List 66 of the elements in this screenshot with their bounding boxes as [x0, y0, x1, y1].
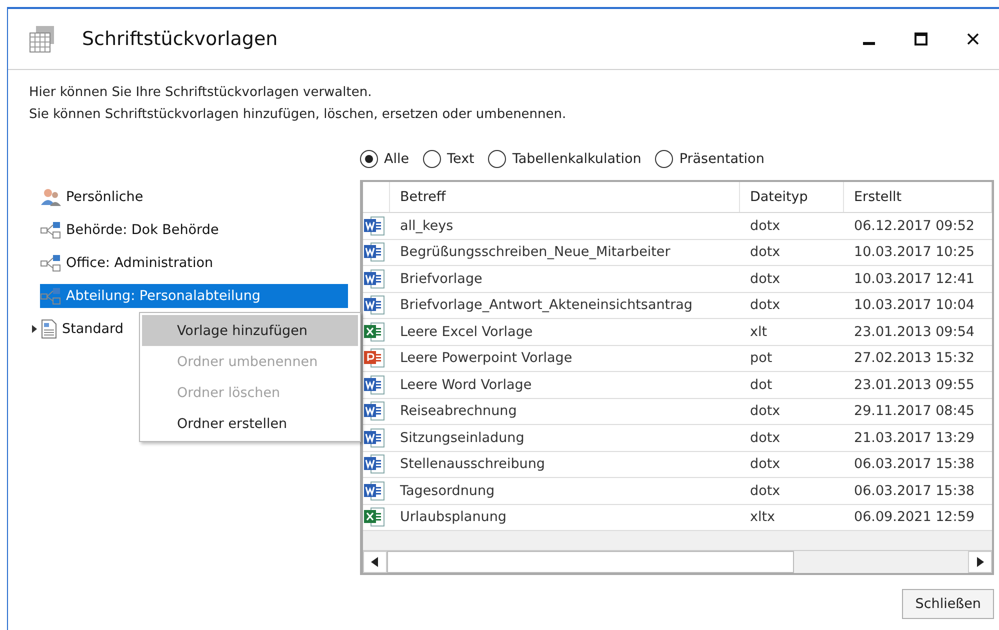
- table-cell-text: Tagesordnung: [399, 482, 496, 499]
- hierarchy-icon: [40, 286, 62, 304]
- table-cell-text: Stellenausschreibung: [399, 456, 546, 472]
- table-cell-text: Leere Powerpoint Vorlage: [399, 350, 574, 366]
- expand-arrow-icon[interactable]: [31, 324, 38, 334]
- table-cell-text: Urlaubsplanung: [399, 509, 508, 526]
- table-cell-text: 29.11.2017 08:45: [853, 403, 976, 420]
- maximize-icon: [914, 32, 928, 46]
- table-cell-text: dot: [749, 376, 774, 393]
- table-cell-text: dotx: [749, 244, 782, 260]
- table-cell-text: 10.03.2017 10:04: [853, 297, 976, 314]
- menu-item[interactable]: Vorlage hinzufügen: [142, 315, 358, 346]
- table-cell-text: dotx: [749, 270, 782, 287]
- table-cell-text: dotx: [749, 456, 782, 472]
- table-cell-text: dotx: [749, 218, 782, 234]
- description-text: Sie können Schriftstückvorlagen hinzufügen, löschen, ersetzen oder umbenennen.: [29, 107, 568, 122]
- table-cell-text: 06.09.2021 12:59: [853, 509, 976, 526]
- table-cell-text: Sitzungseinladung: [399, 430, 526, 446]
- scroll-left-icon[interactable]: [371, 557, 379, 567]
- document-icon: [40, 318, 58, 338]
- menu-item[interactable]: Ordner erstellen: [142, 408, 358, 439]
- close-dialog-button[interactable]: Schließen: [902, 589, 994, 619]
- table-cell-text: Reiseabrechnung: [399, 403, 518, 420]
- column-header[interactable]: Dateityp: [740, 182, 844, 212]
- table-cell-text: dotx: [749, 482, 782, 499]
- window-title: Schriftstückvorlagen: [82, 28, 279, 50]
- minimize-icon: [863, 42, 875, 44]
- table-cell-text: Begrüßungsschreiben_Neue_Mitarbeiter: [399, 244, 672, 260]
- table-cell-text: 23.01.2013 09:54: [853, 324, 976, 340]
- users-icon: [40, 186, 62, 206]
- tree-item[interactable]: Office: Administration: [40, 250, 222, 274]
- table-cell-text: dotx: [749, 297, 782, 314]
- description-text: Hier können Sie Ihre Schriftstückvorlagen verwalten.: [29, 85, 373, 100]
- close-icon: [966, 32, 980, 46]
- table-cell-text: xltx: [749, 509, 776, 526]
- table-cell-text: 10.03.2017 10:25: [853, 244, 976, 260]
- table-cell-text: 06.03.2017 15:38: [853, 482, 976, 499]
- horizontal-scrollbar[interactable]: [363, 550, 992, 573]
- radio-option[interactable]: Präsentation: [655, 150, 764, 168]
- table-cell-text: dotx: [749, 403, 782, 420]
- hierarchy-icon: [40, 220, 62, 238]
- radio-option[interactable]: Alle: [360, 150, 410, 168]
- scroll-right-icon[interactable]: [976, 557, 984, 567]
- radio-option[interactable]: Tabellenkalkulation: [488, 150, 642, 168]
- tree-item[interactable]: Persönliche: [40, 184, 152, 208]
- table-cell-text: Briefvorlage_Antwort_Akteneinsichtsantrag: [399, 297, 694, 314]
- radio-option[interactable]: Text: [423, 150, 474, 168]
- table-cell-text: xlt: [749, 324, 768, 340]
- hierarchy-icon: [40, 254, 62, 272]
- column-header[interactable]: Betreff: [390, 182, 740, 212]
- tree-item[interactable]: Behörde: Dok Behörde: [40, 218, 227, 242]
- table-cell-text: Briefvorlage: [399, 270, 484, 287]
- table-cell-text: all_keys: [399, 218, 454, 234]
- table-cell-text: Leere Excel Vorlage: [399, 324, 534, 340]
- tree-item[interactable]: Abteilung: Personalabteilung: [40, 284, 348, 308]
- table-cell-text: Leere Word Vorlage: [399, 376, 533, 393]
- table-cell-text: 27.02.2013 15:32: [853, 350, 976, 366]
- table-cell-text: pot: [749, 350, 774, 366]
- table-cell-text: dotx: [749, 430, 782, 446]
- table-cell-text: 06.03.2017 15:38: [853, 456, 976, 472]
- tree-item[interactable]: Standard: [40, 316, 132, 340]
- table-cell-text: 21.03.2017 13:29: [853, 430, 976, 446]
- column-header[interactable]: Erstellt: [844, 182, 992, 212]
- table-cell-text: 23.01.2013 09:55: [853, 376, 976, 393]
- table-cell-text: 10.03.2017 12:41: [853, 270, 976, 287]
- table-cell-text: 06.12.2017 09:52: [853, 218, 976, 234]
